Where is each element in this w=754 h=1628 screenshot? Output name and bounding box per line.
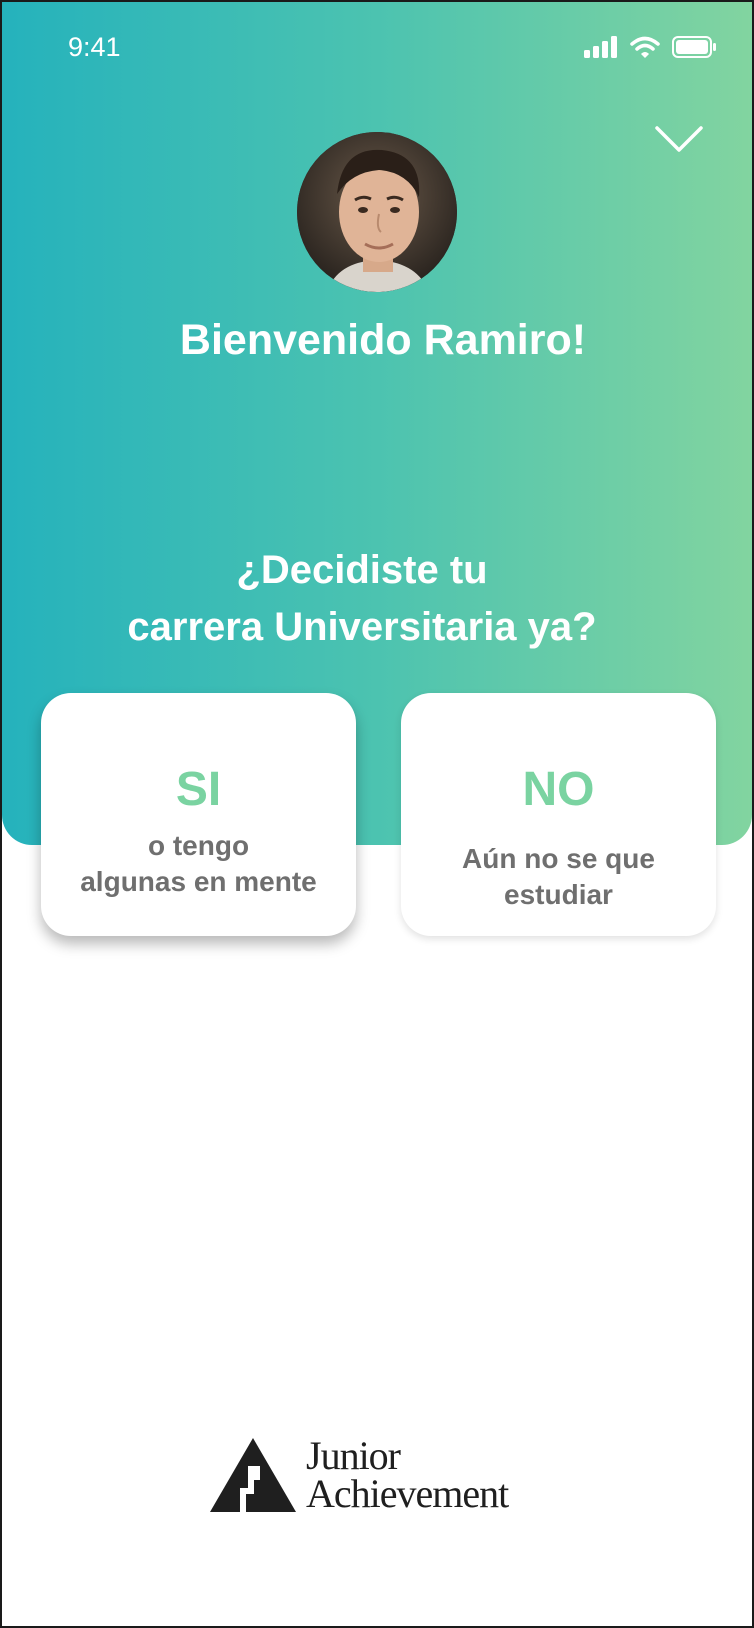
no-option-description: Aún no se que estudiar [401, 841, 716, 913]
app-screen: 9:41 Bienvenido Ramiro! ¿Decidiste tu ca… [0, 0, 754, 1628]
no-option-line-2: estudiar [504, 879, 613, 910]
battery-icon [672, 36, 716, 58]
yes-option-title: SI [175, 763, 222, 816]
yes-option-line-1: o tengo [147, 830, 250, 861]
yes-option-description: o tengo algunas en mente [41, 828, 356, 900]
user-photo [297, 132, 457, 292]
welcome-heading: Bienvenido Ramiro! [179, 316, 587, 364]
yes-option-card[interactable]: SI o tengo algunas en mente [41, 693, 356, 936]
logo-line-1: Junior [306, 1433, 401, 1478]
no-option-card[interactable]: NO Aún no se que estudiar [401, 693, 716, 936]
question-line-2: carrera Universitaria ya? [127, 605, 597, 649]
signal-icon [584, 36, 617, 58]
wifi-icon [630, 36, 660, 58]
chevron-down-icon[interactable] [654, 124, 704, 154]
logo-line-2: Achievement [306, 1471, 509, 1516]
avatar [297, 132, 457, 292]
question-line-1: ¿Decidiste tu [236, 548, 488, 592]
logo-mountain-icon [210, 1438, 296, 1512]
yes-option-line-2: algunas en mente [80, 866, 317, 897]
career-question: ¿Decidiste tu carrera Universitaria ya? [2, 542, 722, 656]
no-option-line-1: Aún no se que [462, 843, 655, 874]
junior-achievement-logo: Junior Achievement [210, 1433, 509, 1516]
logo-wordmark: Junior Achievement [306, 1433, 509, 1516]
status-time: 9:41 [68, 32, 121, 62]
status-icons [584, 36, 718, 58]
no-option-title: NO [522, 763, 595, 816]
